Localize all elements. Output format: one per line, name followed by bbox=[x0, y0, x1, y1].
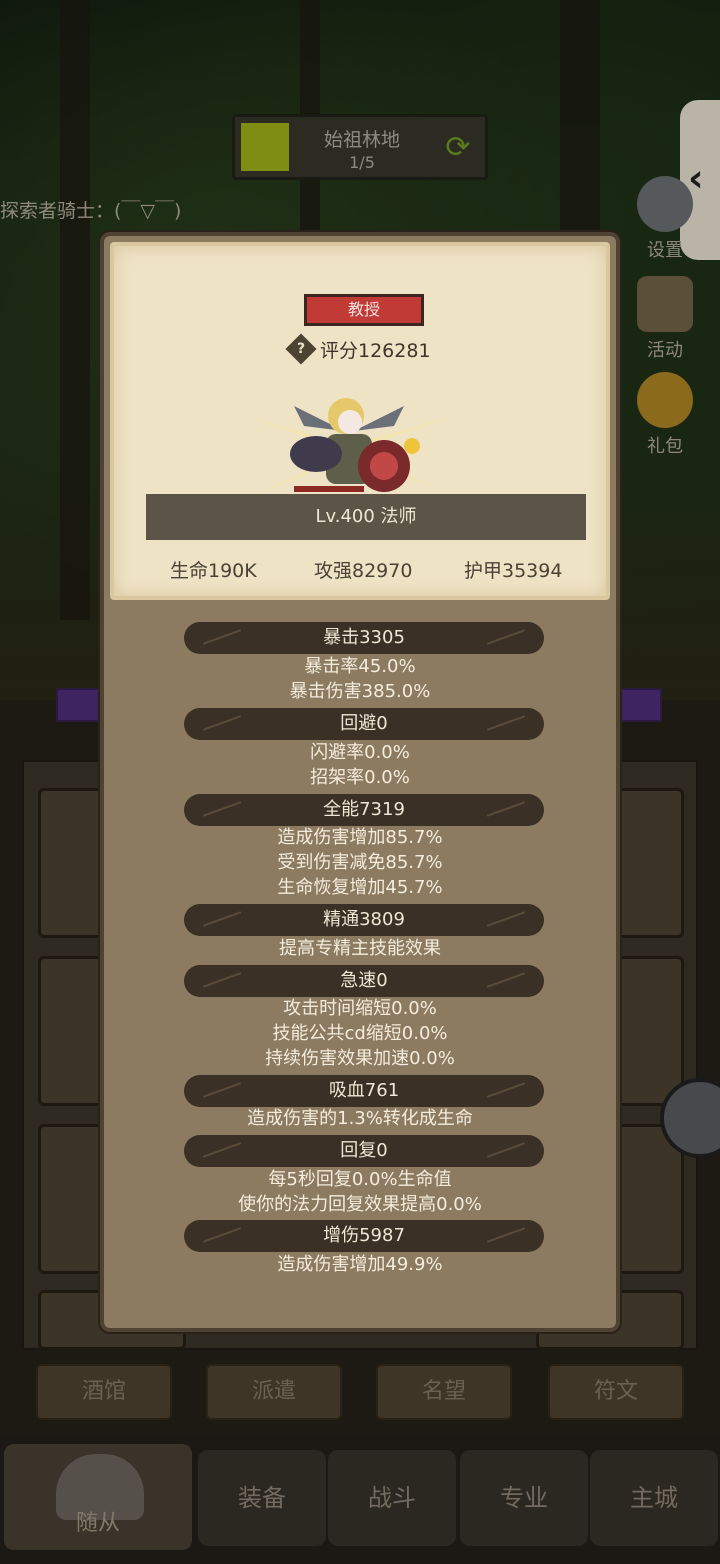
attr-line: 使你的法力回复效果提高0.0% bbox=[238, 1194, 482, 1215]
settings-label: 设置 bbox=[647, 240, 683, 261]
attr-versatility-header: 全能7319 bbox=[184, 794, 544, 826]
attr-regen-header: 回复0 bbox=[184, 1135, 544, 1167]
purple-bar bbox=[618, 688, 662, 722]
refresh-icon[interactable]: ⟳ bbox=[441, 131, 475, 165]
tab-battle[interactable]: 战斗 bbox=[328, 1450, 456, 1546]
attr-lifesteal-header: 吸血761 bbox=[184, 1075, 544, 1107]
location-panel[interactable]: 始祖林地 1/5 ⟳ bbox=[232, 114, 488, 180]
activity-label: 活动 bbox=[647, 340, 683, 361]
reputation-button[interactable]: 名望 bbox=[376, 1364, 512, 1420]
attr-line: 提高专精主技能效果 bbox=[279, 938, 441, 959]
stat-armor: 护甲35394 bbox=[464, 560, 563, 582]
location-progress: 1/5 bbox=[349, 153, 375, 172]
attr-haste-header: 急速0 bbox=[184, 965, 544, 997]
attr-line: 暴击伤害385.0% bbox=[289, 681, 431, 702]
stat-attack-power: 攻强82970 bbox=[314, 560, 413, 582]
attr-line: 暴击率45.0% bbox=[304, 656, 416, 677]
dispatch-button[interactable]: 派遣 bbox=[206, 1364, 342, 1420]
hero-summary-panel: 教授 ? 评分126281 Lv.400 法师 生命190K 攻强82970 护… bbox=[110, 242, 610, 600]
stat-health: 生命190K bbox=[170, 560, 257, 582]
attr-crit-header: 暴击3305 bbox=[184, 622, 544, 654]
attr-mastery-header: 精通3809 bbox=[184, 904, 544, 936]
score-value: 评分126281 bbox=[320, 339, 431, 362]
tab-followers[interactable]: 随从 bbox=[4, 1444, 192, 1550]
tab-followers-label: 随从 bbox=[75, 1511, 120, 1536]
level-class-label: Lv.400 法师 bbox=[146, 494, 586, 540]
purple-bar bbox=[56, 688, 102, 722]
rune-button[interactable]: 符文 bbox=[548, 1364, 684, 1420]
attr-line: 受到伤害减免85.7% bbox=[277, 852, 443, 873]
score-row: ? 评分126281 bbox=[285, 333, 431, 365]
scroll-icon bbox=[637, 276, 693, 332]
base-stats-row: 生命190K 攻强82970 护甲35394 bbox=[114, 556, 614, 586]
hero-attribute-popup: 教授 ? 评分126281 Lv.400 法师 生命190K 攻强82970 护… bbox=[100, 232, 620, 1332]
rank-badge: 教授 bbox=[304, 294, 424, 326]
help-icon[interactable]: ? bbox=[285, 333, 317, 365]
gift-button[interactable]: 礼包 bbox=[630, 372, 700, 458]
attr-line: 持续伤害效果加速0.0% bbox=[265, 1048, 455, 1069]
settings-button[interactable]: 设置 bbox=[630, 176, 700, 262]
attr-line: 造成伤害增加49.9% bbox=[277, 1254, 443, 1275]
gear-icon bbox=[637, 176, 693, 232]
attr-line: 每5秒回复0.0%生命值 bbox=[268, 1169, 452, 1190]
attr-line: 造成伤害增加85.7% bbox=[277, 827, 443, 848]
tab-main-city[interactable]: 主城 bbox=[590, 1450, 718, 1546]
tavern-button[interactable]: 酒馆 bbox=[36, 1364, 172, 1420]
location-name: 始祖林地 bbox=[323, 129, 400, 151]
attr-dodge-header: 回避0 bbox=[184, 708, 544, 740]
gift-icon bbox=[637, 372, 693, 428]
tab-profession[interactable]: 专业 bbox=[460, 1450, 588, 1546]
gift-label: 礼包 bbox=[647, 436, 683, 457]
activity-button[interactable]: 活动 bbox=[630, 276, 700, 362]
explorer-status-text: 探索者骑士：(￣▽￣) bbox=[0, 200, 182, 222]
attr-line: 招架率0.0% bbox=[310, 767, 410, 788]
location-color-swatch bbox=[241, 123, 289, 171]
attr-line: 生命恢复增加45.7% bbox=[277, 877, 443, 898]
attr-line: 闪避率0.0% bbox=[310, 742, 410, 763]
attr-line: 攻击时间缩短0.0% bbox=[283, 998, 437, 1019]
attr-line: 造成伤害的1.3%转化成生命 bbox=[247, 1108, 473, 1129]
attr-damage-bonus-header: 增伤5987 bbox=[184, 1220, 544, 1252]
tab-equipment[interactable]: 装备 bbox=[198, 1450, 326, 1546]
attr-line: 技能公共cd缩短0.0% bbox=[272, 1023, 448, 1044]
